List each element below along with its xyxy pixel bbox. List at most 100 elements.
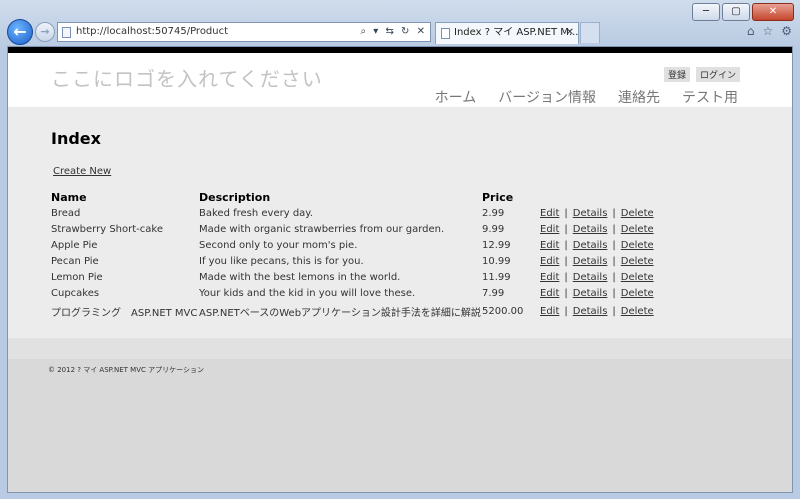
login-link[interactable]: ログイン: [695, 67, 740, 82]
separator: |: [564, 272, 568, 283]
separator: |: [612, 240, 616, 251]
table-row: プログラミング ASP.NET MVC ASP.NETベースのWebアプリケーショ…: [51, 302, 654, 322]
address-url: http://localhost:50745/Product: [76, 26, 229, 37]
site-logo[interactable]: ここにロゴを入れてください: [51, 63, 323, 92]
details-link[interactable]: Details: [573, 306, 608, 317]
maximize-button[interactable]: ▢: [722, 3, 750, 21]
edit-link[interactable]: Edit: [540, 256, 559, 267]
edit-link[interactable]: Edit: [540, 288, 559, 299]
row-actions: Edit | Details | Delete: [540, 238, 654, 254]
create-new-link[interactable]: Create New: [53, 166, 111, 177]
table-row: Strawberry Short-cake Made with organic s…: [51, 222, 654, 238]
product-price: 7.99: [482, 288, 505, 299]
product-name: Pecan Pie: [51, 256, 99, 267]
tab-page-icon: [441, 28, 450, 39]
product-description: Made with the best lemons in the world.: [199, 272, 401, 283]
separator: |: [564, 240, 568, 251]
back-button[interactable]: ←: [7, 19, 33, 45]
product-price: 12.99: [482, 240, 511, 251]
site-footer: © 2012 ? マイ ASP.NET MVC アプリケーション: [8, 359, 792, 492]
table-header: Name Description Price: [51, 191, 654, 206]
nav-home[interactable]: ホーム: [435, 87, 477, 107]
product-price: 11.99: [482, 272, 511, 283]
table-row: Pecan Pie If you like pecans, this is for…: [51, 254, 654, 270]
product-description: If you like pecans, this is for you.: [199, 256, 364, 267]
delete-link[interactable]: Delete: [621, 306, 654, 317]
details-link[interactable]: Details: [573, 208, 608, 219]
delete-link[interactable]: Delete: [621, 208, 654, 219]
forward-button[interactable]: →: [35, 22, 55, 42]
product-description: Second only to your mom's pie.: [199, 240, 358, 251]
separator: |: [564, 208, 568, 219]
details-link[interactable]: Details: [573, 240, 608, 251]
edit-link[interactable]: Edit: [540, 224, 559, 235]
delete-link[interactable]: Delete: [621, 240, 654, 251]
nav-test[interactable]: テスト用: [682, 87, 738, 107]
nav-about[interactable]: バージョン情報: [498, 87, 596, 107]
new-tab-button[interactable]: [580, 22, 600, 43]
table-row: Apple Pie Second only to your mom's pie. 1…: [51, 238, 654, 254]
separator: |: [612, 256, 616, 267]
separator: |: [564, 288, 568, 299]
main-nav: ホーム バージョン情報 連絡先 テスト用: [435, 87, 738, 107]
delete-link[interactable]: Delete: [621, 224, 654, 235]
edit-link[interactable]: Edit: [540, 306, 559, 317]
edit-link[interactable]: Edit: [540, 208, 559, 219]
close-window-button[interactable]: ✕: [752, 3, 794, 21]
product-description: Your kids and the kid in you will love t…: [199, 288, 416, 299]
col-description: Description: [199, 191, 271, 204]
product-name: Cupcakes: [51, 288, 100, 299]
main-content: Index Create New Name Description Price …: [8, 107, 792, 338]
address-bar[interactable]: http://localhost:50745/Product ⌕ ▾ ⇆ ↻ ✕: [57, 22, 431, 42]
delete-link[interactable]: Delete: [621, 256, 654, 267]
col-price: Price: [482, 191, 514, 204]
product-name: プログラミング ASP.NET MVC: [51, 308, 198, 319]
page-title: Index: [51, 129, 101, 148]
details-link[interactable]: Details: [573, 224, 608, 235]
product-price: 10.99: [482, 256, 511, 267]
separator: |: [564, 224, 568, 235]
col-name: Name: [51, 191, 87, 204]
settings-icon[interactable]: ⚙: [781, 24, 792, 38]
tab-index[interactable]: Index ? マイ ASP.NET M... ✕: [435, 22, 579, 44]
edit-link[interactable]: Edit: [540, 272, 559, 283]
table-row: Lemon Pie Made with the best lemons in th…: [51, 270, 654, 286]
window-controls: ─ ▢ ✕: [692, 3, 794, 21]
details-link[interactable]: Details: [573, 256, 608, 267]
page-viewport: ここにロゴを入れてください 登録 ログイン ホーム バージョン情報 連絡先 テス…: [7, 46, 793, 493]
browser-toolbar: ⌂ ☆ ⚙: [747, 24, 792, 38]
delete-link[interactable]: Delete: [621, 272, 654, 283]
home-icon[interactable]: ⌂: [747, 24, 755, 38]
details-link[interactable]: Details: [573, 272, 608, 283]
row-actions: Edit | Details | Delete: [540, 270, 654, 286]
row-actions: Edit | Details | Delete: [540, 206, 654, 222]
nav-contact[interactable]: 連絡先: [618, 87, 660, 107]
col-actions: [540, 191, 654, 206]
browser-window: ─ ▢ ✕ ← → http://localhost:50745/Product…: [0, 0, 800, 499]
minimize-button[interactable]: ─: [692, 3, 720, 21]
address-tools-icon[interactable]: ⌕ ▾ ⇆ ↻ ✕: [361, 23, 427, 41]
row-actions: Edit | Details | Delete: [540, 222, 654, 238]
separator: |: [564, 306, 568, 317]
separator: |: [612, 208, 616, 219]
tab-close-icon[interactable]: ✕: [566, 23, 574, 43]
delete-link[interactable]: Delete: [621, 288, 654, 299]
product-price: 9.99: [482, 224, 505, 235]
table-row: Bread Baked fresh every day. 2.99 Edit | Deta…: [51, 206, 654, 222]
register-link[interactable]: 登録: [663, 67, 690, 82]
product-name: Lemon Pie: [51, 272, 103, 283]
row-actions: Edit | Details | Delete: [540, 302, 654, 322]
row-actions: Edit | Details | Delete: [540, 254, 654, 270]
edit-link[interactable]: Edit: [540, 240, 559, 251]
product-name: Strawberry Short-cake: [51, 224, 163, 235]
product-table: Name Description Price Bread Baked fresh …: [51, 191, 654, 322]
product-name: Apple Pie: [51, 240, 98, 251]
separator: |: [612, 272, 616, 283]
separator: |: [612, 224, 616, 235]
product-description: ASP.NETベースのWebアプリケーション設計手法を詳細に解説: [199, 308, 481, 319]
product-description: Baked fresh every day.: [199, 208, 313, 219]
details-link[interactable]: Details: [573, 288, 608, 299]
favorites-icon[interactable]: ☆: [762, 24, 773, 38]
product-price: 5200.00: [482, 306, 524, 317]
footer-text: © 2012 ? マイ ASP.NET MVC アプリケーション: [48, 366, 204, 374]
